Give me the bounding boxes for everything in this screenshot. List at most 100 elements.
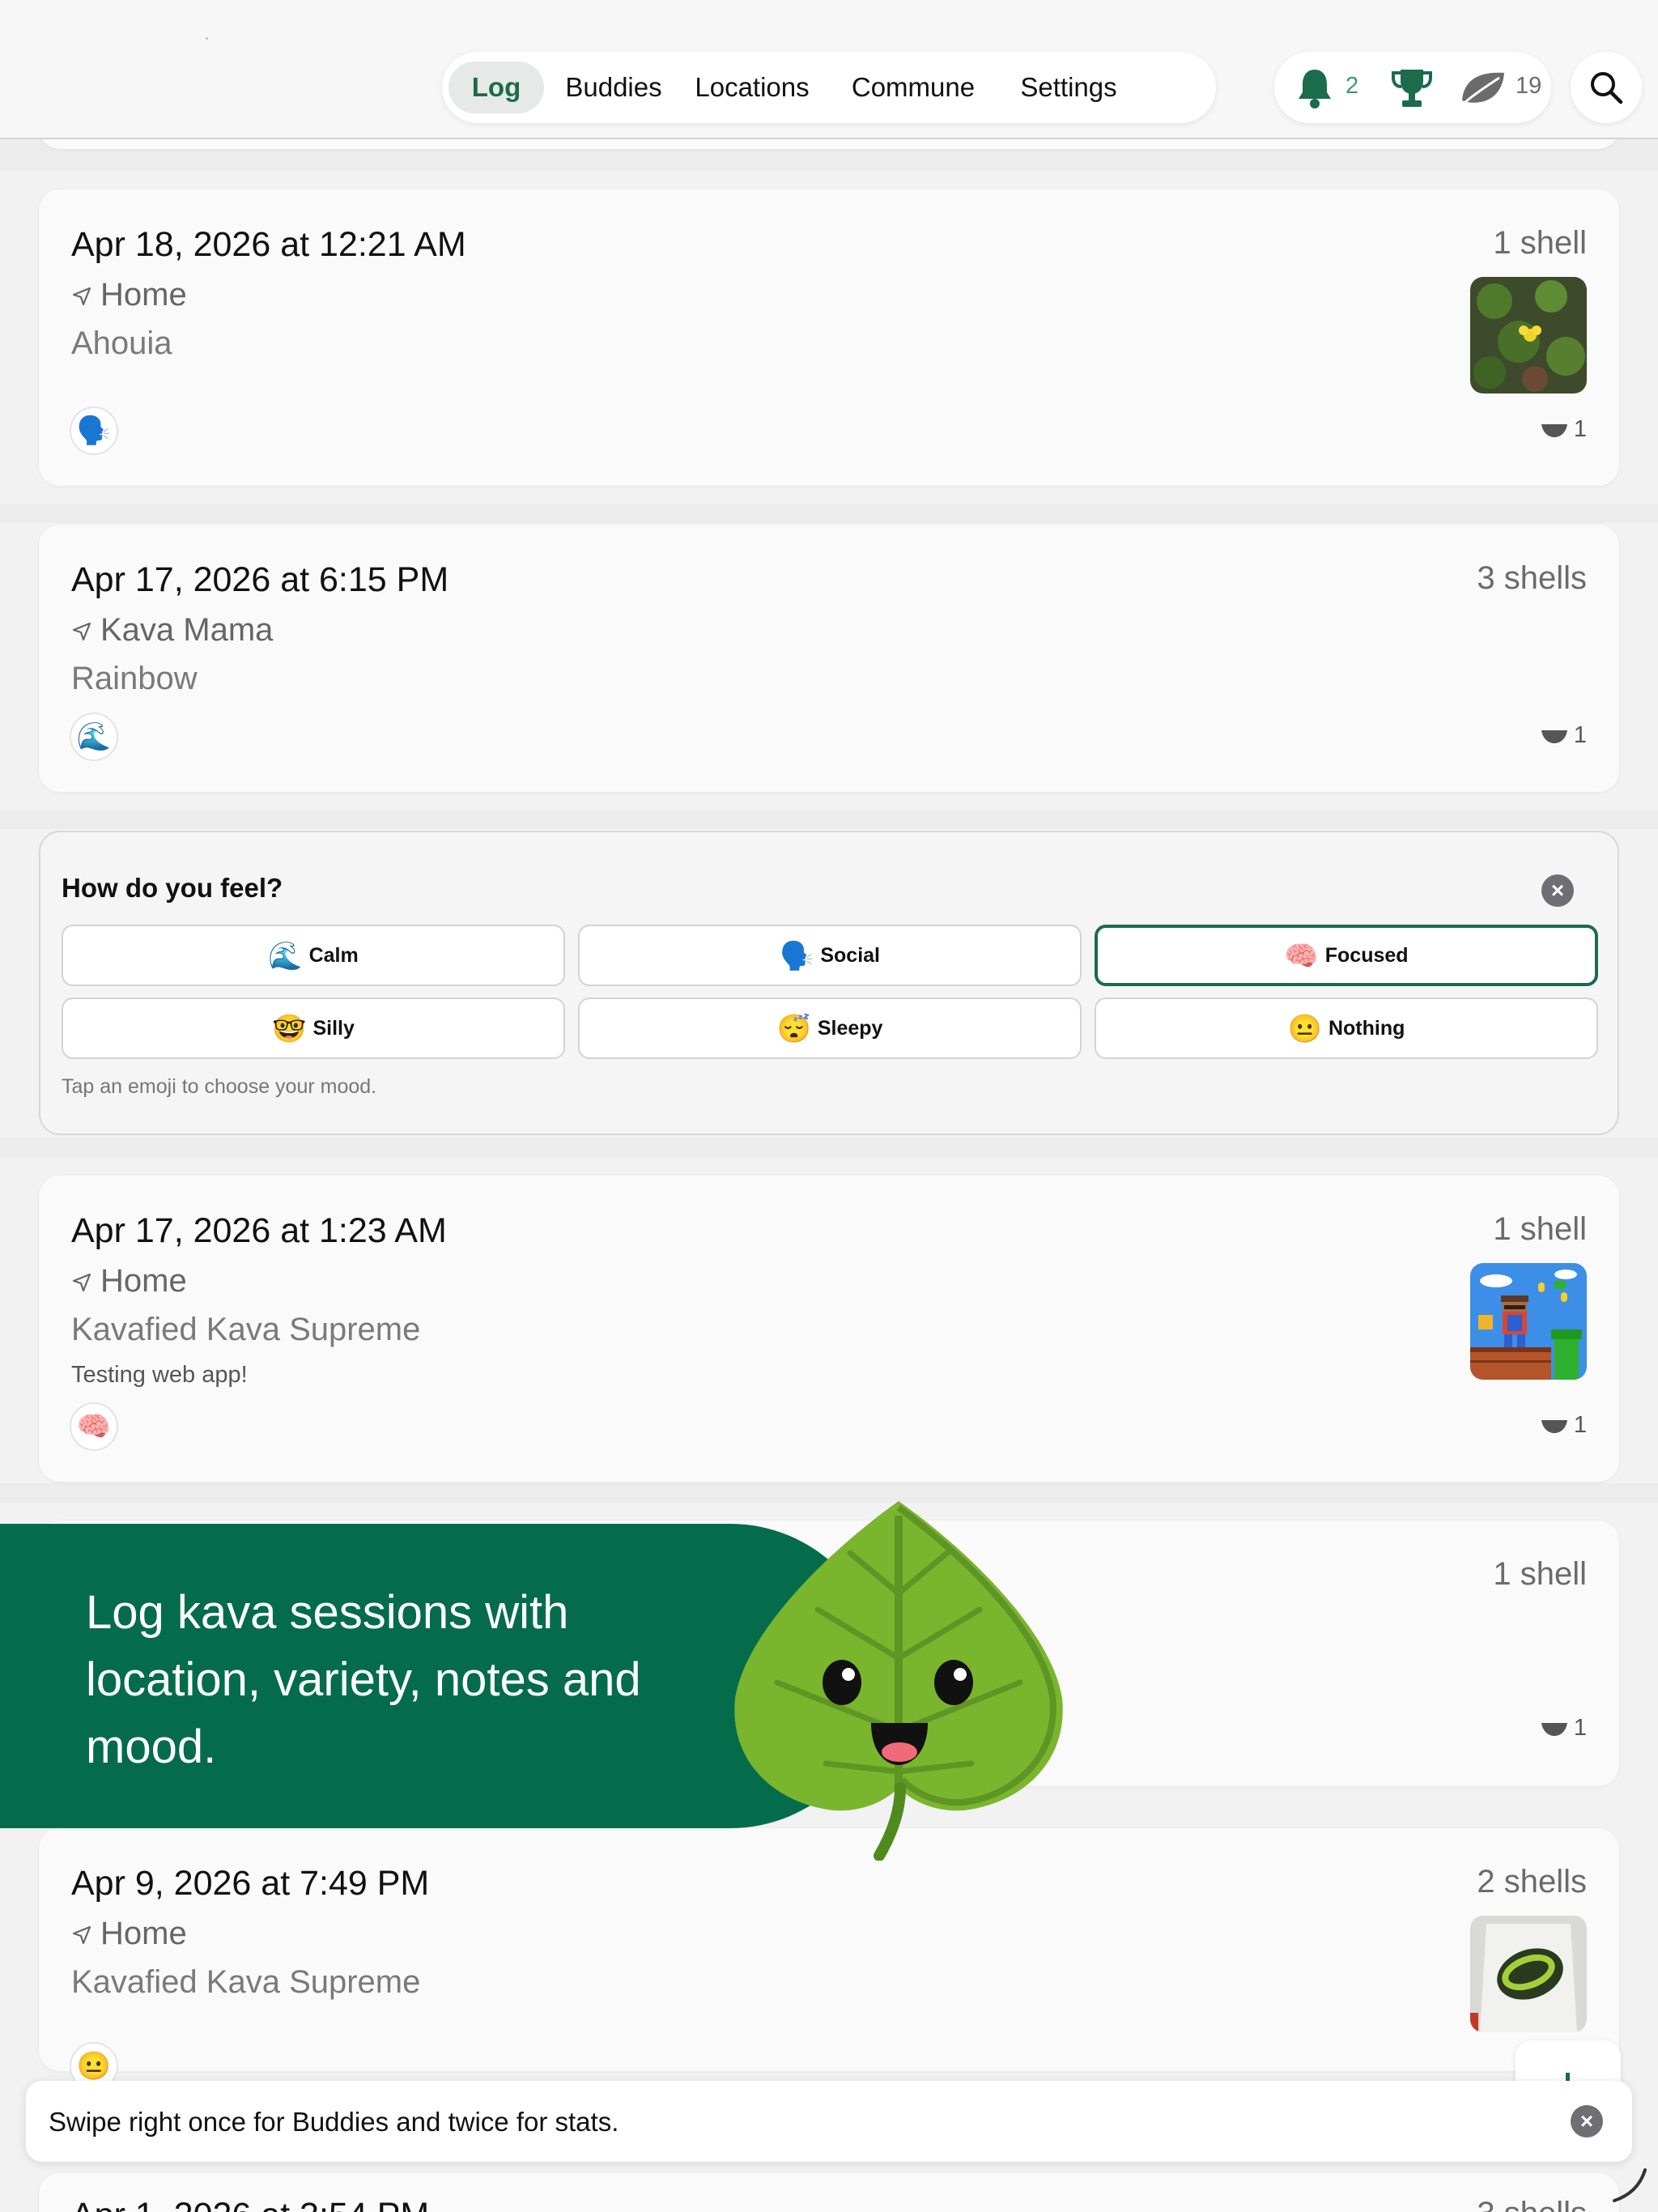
mood-emoji: 🧠 <box>1284 941 1319 972</box>
list-gap <box>0 810 1658 829</box>
mood-label: Social <box>820 944 880 967</box>
entry-date: Apr 9, 2026 at 7:49 PM <box>71 1864 430 1903</box>
mood-label: Silly <box>312 1017 355 1040</box>
entry-variety: Kavafied Kava Supreme <box>71 1964 421 2000</box>
mood-label: Calm <box>308 944 359 967</box>
list-gap <box>0 1138 1658 1158</box>
entry-shells: 3 shells <box>1477 2196 1587 2212</box>
entry-photo-thumbnail[interactable] <box>1470 1263 1587 1380</box>
entry-shells: 3 shells <box>1477 560 1587 596</box>
bowl-icon <box>1541 730 1567 744</box>
mood-option-focused[interactable]: 🧠 Focused <box>1095 925 1598 986</box>
mood-label: Focused <box>1324 944 1409 967</box>
bowl-count-value: 1 <box>1573 416 1587 442</box>
entry-date: Apr 1, 2026 at 3:54 PM <box>71 2196 429 2212</box>
location-arrow-icon <box>72 623 91 641</box>
log-entry-card[interactable]: Apr 17, 2026 at 1:23 AM 1 shell Home Kav… <box>39 1176 1619 1482</box>
tab-locations[interactable]: Locations <box>680 62 824 113</box>
resize-handle-icon[interactable] <box>1609 2163 1650 2204</box>
entry-mood: 🧠 <box>70 1402 118 1451</box>
entry-location: Kava Mama <box>71 612 273 649</box>
log-entry-card[interactable]: Apr 1, 2026 at 3:54 PM 3 shells <box>39 2173 1619 2212</box>
notification-count: 2 <box>1346 73 1359 99</box>
search-button[interactable] <box>1571 52 1642 123</box>
entry-bowl-count: 1 <box>1540 416 1587 443</box>
mood-picker: How do you feel? × 🌊 Calm 🗣️ Social 🧠 Focus… <box>39 831 1619 1135</box>
entry-photo-thumbnail[interactable] <box>1470 277 1587 393</box>
bowl-count-value: 1 <box>1573 1715 1587 1741</box>
entry-photo-thumbnail[interactable] <box>1470 1916 1587 2032</box>
entry-variety: Ahouia <box>71 325 172 361</box>
entry-note: Testing web app! <box>71 1362 248 1388</box>
entry-date: Apr 17, 2026 at 6:15 PM <box>71 560 449 599</box>
tab-log[interactable]: Log <box>449 62 544 113</box>
mood-emoji: 😐 <box>1287 1014 1322 1045</box>
mood-option-calm[interactable]: 🌊 Calm <box>62 925 565 986</box>
bowl-count-value: 1 <box>1573 722 1587 748</box>
bowl-icon <box>1541 1723 1567 1737</box>
entry-date: Apr 17, 2026 at 1:23 AM <box>71 1211 447 1250</box>
entry-mood: 🌊 <box>70 713 118 761</box>
entry-location: Home <box>71 1916 187 1952</box>
log-entry-card[interactable]: Apr 18, 2026 at 12:21 AM 1 shell Home Ah… <box>39 189 1619 486</box>
nav-tabs: Log Buddies Locations Commune Settings <box>442 52 1216 123</box>
mood-label: Sleepy <box>817 1017 883 1040</box>
log-entry-card[interactable]: Apr 9, 2026 at 7:49 PM 2 shells Home Kav… <box>39 1828 1619 2091</box>
bowl-count-value: 1 <box>1573 1412 1587 1438</box>
location-arrow-icon <box>72 1274 91 1292</box>
log-entry-card[interactable]: Apr 17, 2026 at 6:15 PM 3 shells Kava Ma… <box>39 525 1619 792</box>
close-icon: × <box>1579 2108 1594 2133</box>
bowl-icon <box>1541 424 1567 438</box>
search-icon <box>1591 72 1623 104</box>
entry-location-name: Kava Mama <box>100 612 274 648</box>
app-screen: Log Buddies Locations Commune Settings 2 <box>0 0 1658 2212</box>
entry-location-name: Home <box>100 1916 187 1951</box>
leaf-count: 19 <box>1516 73 1542 99</box>
top-bar: Log Buddies Locations Commune Settings 2 <box>0 0 1658 139</box>
mood-label: Nothing <box>1328 1017 1405 1040</box>
leaf-icon[interactable] <box>1459 65 1507 114</box>
mood-emoji: 🤓 <box>272 1014 307 1045</box>
entry-location-name: Home <box>100 1263 187 1299</box>
mood-option-social[interactable]: 🗣️ Social <box>578 925 1082 986</box>
kava-leaf-mascot <box>729 1496 1069 1865</box>
entry-bowl-count: 1 <box>1540 1715 1587 1742</box>
onboarding-text: Log kava sessions with location, variety… <box>86 1586 641 1773</box>
bowl-icon <box>1541 1420 1567 1434</box>
entry-shells: 1 shell <box>1493 225 1587 261</box>
mood-emoji: 😴 <box>776 1014 811 1045</box>
trophy-icon[interactable] <box>1389 65 1435 114</box>
entry-bowl-count: 1 <box>1540 1412 1587 1439</box>
mood-emoji: 🗣️ <box>780 941 814 972</box>
mood-option-nothing[interactable]: 😐 Nothing <box>1095 998 1598 1059</box>
entry-location: Home <box>71 277 187 313</box>
location-arrow-icon <box>72 287 91 306</box>
mood-option-sleepy[interactable]: 😴 Sleepy <box>578 998 1082 1059</box>
bell-icon[interactable] <box>1292 65 1337 114</box>
stats-pill: 2 19 <box>1274 52 1551 123</box>
mood-hint: Tap an emoji to choose your mood. <box>62 1075 377 1098</box>
tab-buddies[interactable]: Buddies <box>555 62 672 113</box>
list-gap <box>0 504 1658 523</box>
entry-bowl-count: 1 <box>1540 722 1587 749</box>
tab-settings[interactable]: Settings <box>1002 62 1135 113</box>
toast-message: Swipe right once for Buddies and twice f… <box>49 2107 619 2137</box>
entry-date: Apr 18, 2026 at 12:21 AM <box>71 225 466 264</box>
entry-location: Home <box>71 1263 187 1300</box>
entry-variety: Rainbow <box>71 661 198 696</box>
location-arrow-icon <box>72 1926 91 1945</box>
mood-emoji: 🌊 <box>268 941 303 972</box>
entry-variety: Kavafied Kava Supreme <box>71 1312 421 1347</box>
tab-commune[interactable]: Commune <box>839 62 988 113</box>
entry-shells: 1 shell <box>1493 1211 1587 1247</box>
mood-question: How do you feel? <box>62 873 283 903</box>
close-icon: × <box>1550 878 1565 903</box>
entry-location-name: Home <box>100 277 187 313</box>
close-mood-picker-button[interactable]: × <box>1541 874 1574 907</box>
entry-shells: 2 shells <box>1477 1864 1587 1899</box>
hint-toast: Swipe right once for Buddies and twice f… <box>26 2081 1632 2162</box>
entry-shells: 1 shell <box>1493 1556 1587 1592</box>
entry-mood: 🗣️ <box>70 406 118 455</box>
mood-option-silly[interactable]: 🤓 Silly <box>62 998 565 1059</box>
close-toast-button[interactable]: × <box>1571 2105 1603 2138</box>
